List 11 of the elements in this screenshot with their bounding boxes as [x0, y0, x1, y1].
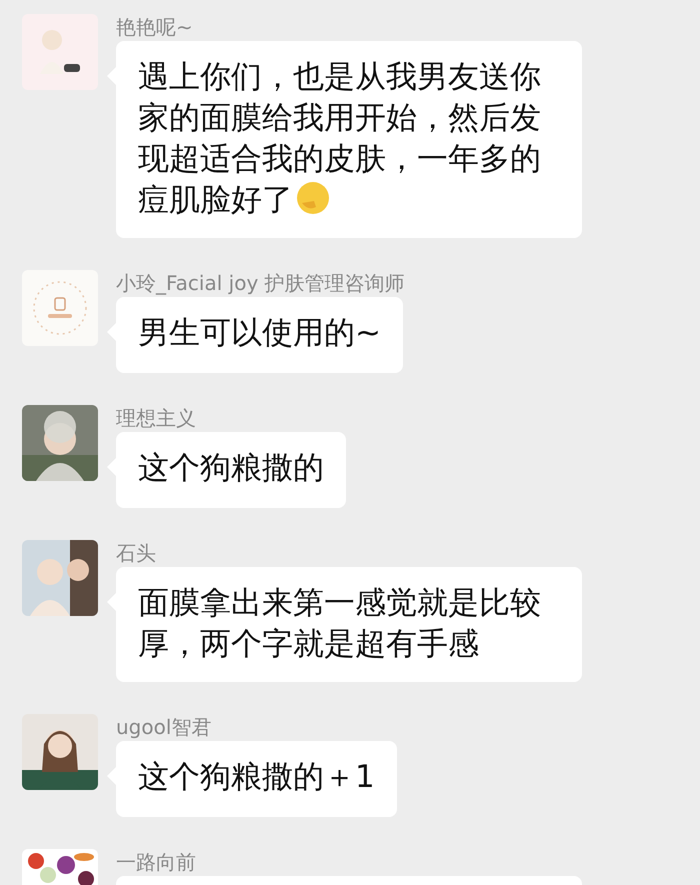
sender-name: 一路向前: [116, 851, 196, 873]
message-bubble: 男生可以使用的~: [116, 297, 403, 373]
message-bubble: 遇上你们，也是从我男友送你家的面膜给我用开始，然后发现超适合我的皮肤，一年多的痘肌脸好了: [116, 41, 582, 238]
sender-name: 石头: [116, 542, 156, 564]
message-bubble: 这个狗粮撒的: [116, 432, 346, 508]
message-bubble: 这个狗粮撒的＋1: [116, 741, 397, 817]
message-bubble: 面膜拿出来第一感觉就是比较厚，两个字就是超有手感: [116, 567, 582, 682]
sender-name: 理想主义: [116, 407, 196, 429]
sender-name: 艳艳呢~: [116, 16, 193, 38]
sender-name: 小玲_Facial joy 护肤管理咨询师: [116, 272, 405, 294]
sender-name: ugool智君: [116, 716, 212, 738]
